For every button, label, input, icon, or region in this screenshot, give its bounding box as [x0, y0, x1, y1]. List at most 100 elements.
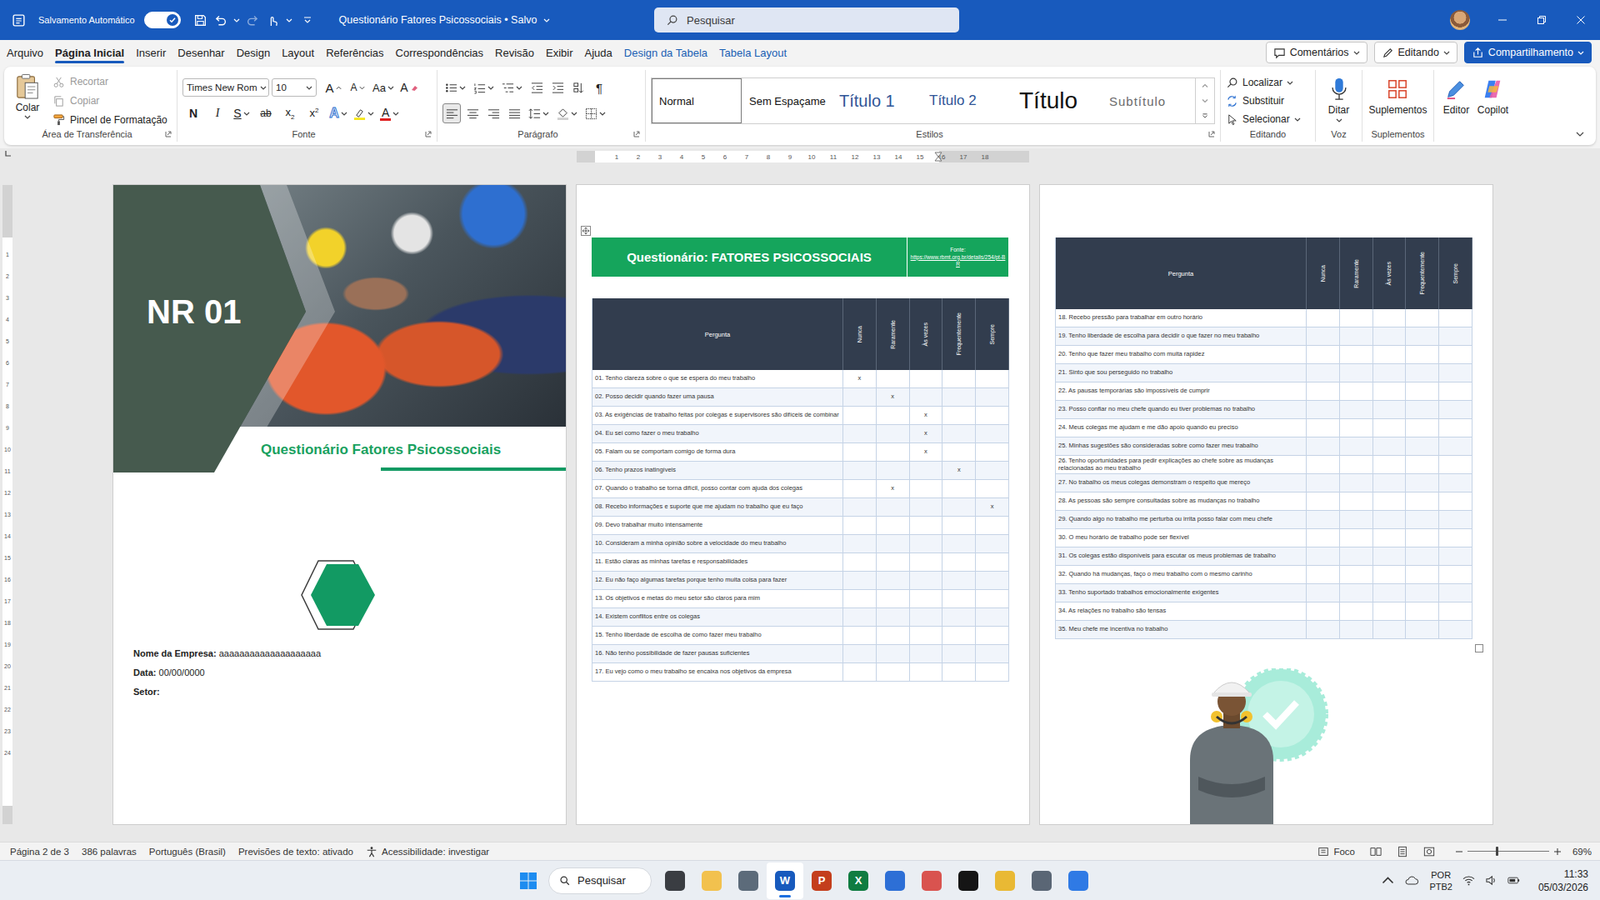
answer-cell[interactable] — [975, 406, 1010, 425]
answer-cell[interactable]: x — [910, 406, 944, 425]
ribbon-tab[interactable]: Design da Tabela — [618, 42, 714, 64]
answer-cell[interactable] — [1306, 565, 1340, 585]
answer-cell[interactable] — [876, 571, 910, 590]
paste-button[interactable]: Colar — [9, 73, 46, 128]
answer-cell[interactable] — [1340, 419, 1374, 438]
answer-cell[interactable] — [1373, 602, 1407, 621]
answer-cell[interactable] — [942, 498, 976, 517]
answer-cell[interactable] — [942, 535, 976, 554]
dialog-launcher-icon[interactable] — [633, 130, 640, 138]
answer-cell[interactable] — [1373, 309, 1407, 328]
answer-cell[interactable]: x — [910, 425, 944, 444]
answer-cell[interactable] — [1439, 309, 1473, 328]
source-link[interactable]: https://www.rbmt.org.br/details/254/pt-B… — [910, 254, 1006, 269]
table-row[interactable]: 26. Tenho oportunidades para pedir expli… — [1055, 455, 1473, 475]
answer-cell[interactable] — [1405, 455, 1440, 475]
answer-cell[interactable] — [1340, 547, 1374, 566]
answer-cell[interactable] — [942, 480, 976, 499]
answer-cell[interactable] — [975, 645, 1010, 664]
answer-cell[interactable] — [876, 443, 910, 462]
answer-cell[interactable] — [1405, 584, 1440, 603]
clock[interactable]: 11:3305/03/2026 — [1538, 867, 1589, 895]
answer-cell[interactable] — [1373, 492, 1407, 511]
answer-cell[interactable] — [1340, 400, 1374, 420]
answer-cell[interactable] — [1340, 437, 1374, 456]
table-row[interactable]: 11. Estão claras as minhas tarefas e res… — [592, 553, 1010, 572]
answer-cell[interactable] — [1306, 437, 1340, 456]
answer-cell[interactable] — [876, 370, 910, 389]
font-format-button[interactable]: A — [378, 103, 401, 124]
align-button[interactable] — [505, 103, 524, 124]
answer-cell[interactable] — [942, 443, 976, 462]
answer-cell[interactable]: x — [843, 370, 877, 389]
answer-cell[interactable] — [843, 535, 877, 554]
answer-cell[interactable] — [1439, 455, 1473, 475]
answer-cell[interactable] — [843, 571, 877, 590]
answer-cell[interactable] — [1340, 474, 1374, 493]
zoom-slider[interactable]: 69% — [1455, 846, 1592, 857]
answer-cell[interactable] — [910, 370, 944, 389]
answer-cell[interactable] — [1373, 620, 1407, 640]
answer-cell[interactable] — [1306, 364, 1340, 383]
answer-cell[interactable] — [1340, 382, 1374, 401]
text-predictions[interactable]: Previsões de texto: ativado — [238, 846, 354, 857]
table-row[interactable]: 21. Sinto que sou perseguido no trabalho — [1055, 364, 1473, 383]
undo-icon[interactable] — [213, 13, 228, 28]
answer-cell[interactable] — [1439, 620, 1473, 640]
answer-cell[interactable] — [1340, 620, 1374, 640]
taskbar-app[interactable]: P — [803, 862, 840, 900]
answer-cell[interactable] — [1439, 510, 1473, 530]
table-row[interactable]: 05. Falam ou se comportam comigo de form… — [592, 443, 1010, 462]
table-row[interactable]: 30. O meu horário de trabalho pode ser f… — [1055, 529, 1473, 548]
answer-cell[interactable]: x — [910, 443, 944, 462]
style-item[interactable]: Título 1 — [831, 78, 922, 124]
table-row[interactable]: 03. As exigências de trabalho feitas por… — [592, 406, 1010, 425]
vertical-ruler[interactable]: 123456789101112131415161718192021222324 — [0, 165, 15, 842]
editing-item[interactable]: Substituir — [1225, 92, 1310, 110]
answer-cell[interactable] — [843, 645, 877, 664]
answer-cell[interactable] — [975, 571, 1010, 590]
answer-cell[interactable] — [876, 535, 910, 554]
answer-cell[interactable]: x — [876, 480, 910, 499]
addins-button[interactable]: Suplementos — [1368, 73, 1427, 128]
search-box[interactable]: Pesquisar — [654, 7, 960, 33]
answer-cell[interactable] — [876, 608, 910, 627]
answer-cell[interactable] — [843, 516, 877, 535]
document-title[interactable]: Questionário Fatores Psicossociais • Sal… — [339, 14, 551, 26]
battery-icon[interactable] — [1507, 875, 1520, 886]
answer-cell[interactable] — [876, 626, 910, 645]
answer-cell[interactable] — [1340, 345, 1374, 365]
horizontal-ruler[interactable]: 123456789101112131415161718 — [576, 150, 1030, 163]
zoom-out-icon[interactable] — [1455, 847, 1464, 856]
answer-cell[interactable] — [876, 516, 910, 535]
dictate-button[interactable]: Ditar — [1328, 73, 1350, 128]
dropdown-caret-icon[interactable] — [233, 18, 240, 23]
collapse-ribbon-icon[interactable] — [1575, 131, 1585, 137]
table-row[interactable]: 25. Minhas sugestões são consideradas so… — [1055, 437, 1473, 456]
answer-cell[interactable] — [1373, 419, 1407, 438]
close-button[interactable] — [1560, 0, 1600, 40]
editing-item[interactable]: Selecionar — [1225, 110, 1310, 128]
answer-cell[interactable] — [1373, 345, 1407, 365]
read-mode-icon[interactable] — [1370, 845, 1382, 858]
answer-cell[interactable] — [876, 461, 910, 480]
answer-cell[interactable] — [1306, 345, 1340, 365]
answer-cell[interactable] — [1439, 602, 1473, 621]
answer-cell[interactable] — [910, 663, 944, 682]
ribbon-tab[interactable]: Exibir — [540, 42, 580, 64]
answer-cell[interactable] — [1306, 455, 1340, 475]
user-avatar[interactable] — [1450, 10, 1470, 30]
answer-cell[interactable] — [876, 553, 910, 572]
answer-cell[interactable] — [1439, 364, 1473, 383]
answer-cell[interactable]: x — [975, 498, 1010, 517]
taskbar-search[interactable]: Pesquisar — [548, 867, 652, 895]
font-format-button[interactable]: x2 — [303, 103, 325, 124]
answer-cell[interactable] — [1405, 400, 1440, 420]
font-family-select[interactable]: Times New Rom — [182, 78, 270, 97]
answer-cell[interactable] — [843, 626, 877, 645]
taskbar-app[interactable] — [730, 862, 767, 900]
decrease-indent-button[interactable] — [527, 77, 546, 98]
answer-cell[interactable] — [1340, 309, 1374, 328]
dialog-launcher-icon[interactable] — [165, 130, 172, 138]
save-icon[interactable] — [193, 13, 208, 28]
